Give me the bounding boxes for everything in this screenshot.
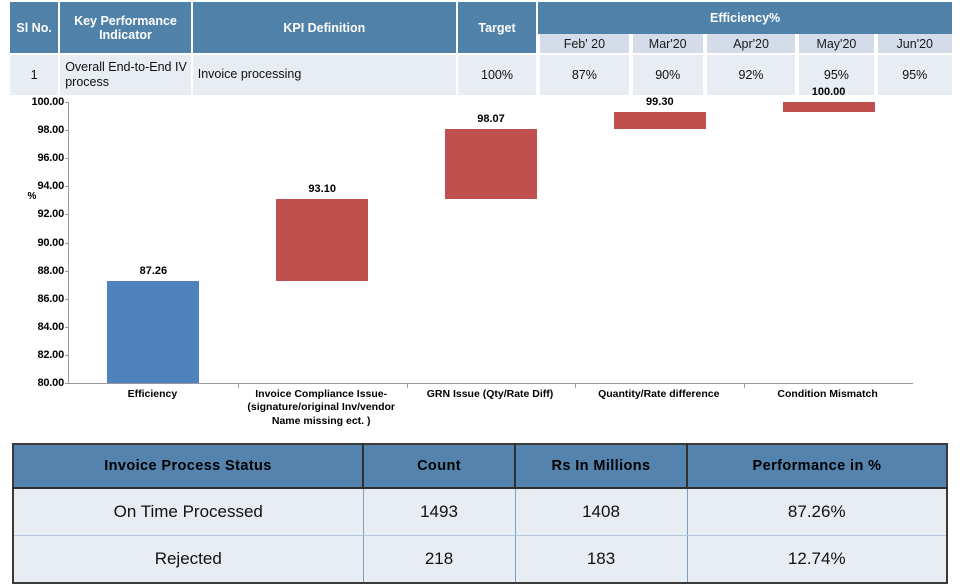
y-axis-tick-label: 96.00: [37, 152, 64, 165]
kpi-table: Sl No. Key Performance Indicator KPI Def…: [8, 2, 954, 95]
col-header-month-mar: Mar'20: [630, 34, 703, 53]
y-axis-tick-mark: [65, 354, 69, 356]
chart-bar: [445, 129, 537, 199]
col-header-month-may: May'20: [797, 34, 874, 53]
kpi-header-row-1: Sl No. Key Performance Indicator KPI Def…: [10, 2, 952, 53]
cell-eff-feb: 87%: [538, 53, 629, 95]
status-cell-performance: 87.26%: [687, 488, 947, 536]
status-col-header-rs-millions: Rs In Millions: [515, 444, 688, 489]
status-cell-name: On Time Processed: [13, 488, 364, 536]
x-axis-category-label: Condition Mismatch: [777, 388, 878, 400]
y-axis-tick-mark: [65, 270, 69, 272]
status-table-body: On Time Processed 1493 1408 87.26% Rejected 2…: [13, 488, 947, 583]
col-header-kpi: Key Performance Indicator: [60, 2, 191, 53]
status-cell-rs-millions: 183: [515, 535, 688, 583]
y-axis-title: %: [27, 191, 37, 203]
y-axis-tick-label: 92.00: [37, 208, 64, 221]
y-axis-tick-mark: [65, 326, 69, 328]
y-axis-tick-mark: [65, 383, 69, 384]
x-axis-category-label: Invoice Compliance Issue-(signature/orig…: [247, 388, 395, 427]
y-axis-tick-label: 80.00: [37, 377, 64, 389]
status-cell-name: Rejected: [13, 535, 364, 583]
chart-bar: [782, 102, 875, 112]
col-header-efficiency-group: Efficiency%: [538, 2, 952, 34]
status-col-header-status: Invoice Process Status: [13, 444, 364, 489]
cell-eff-jun: 95%: [875, 53, 952, 95]
chart-bar-value-label: 93.10: [308, 182, 336, 195]
y-axis-tick-mark: [65, 158, 69, 160]
col-header-month-apr: Apr'20: [704, 34, 796, 53]
chart-bar: [107, 280, 200, 383]
chart-bar-value-label: 99.30: [646, 95, 674, 108]
y-axis-tick-label: 90.00: [37, 236, 64, 249]
y-axis-tick-label: 86.00: [37, 292, 64, 305]
y-axis-tick-label: 100.00: [31, 96, 65, 108]
status-cell-performance: 12.74%: [687, 535, 947, 583]
y-axis-tick-label: 98.00: [37, 124, 64, 137]
chart-bar: [613, 111, 706, 130]
col-header-month-jun: Jun'20: [875, 34, 952, 53]
kpi-data-row: 1 Overall End-to-End IV process Invoice …: [10, 53, 952, 95]
cell-eff-mar: 90%: [630, 53, 703, 95]
x-axis-category-label: Quantity/Rate difference: [598, 388, 720, 400]
status-cell-count: 218: [363, 535, 516, 583]
cell-kpi-name: Overall End-to-End IV process: [60, 53, 191, 95]
cell-eff-apr: 92%: [704, 53, 796, 95]
status-table: Invoice Process Status Count Rs In Milli…: [12, 443, 948, 584]
col-header-sl-no: Sl No.: [10, 2, 59, 53]
chart-bar-value-label: 87.26: [139, 264, 168, 277]
y-axis-tick-mark: [65, 186, 69, 188]
table-row: On Time Processed 1493 1408 87.26%: [13, 488, 947, 536]
efficiency-waterfall-chart: 100.00 98.00 96.00 94.00 92.00 90.00 88.00 86.0…: [0, 86, 960, 438]
y-axis-tick-mark: [65, 130, 69, 132]
cell-target: 100%: [457, 53, 537, 95]
y-axis-tick-label: 84.00: [37, 320, 64, 333]
chart-y-axis: 100.00 98.00 96.00 94.00 92.00 90.00 88.00 86.0…: [0, 92, 65, 389]
y-axis-tick-label: 82.00: [37, 348, 64, 361]
chart-bar: [276, 198, 369, 281]
chart-x-axis: Efficiency Invoice Compliance Issue-(sign…: [68, 388, 914, 438]
status-col-header-performance: Performance in %: [687, 444, 947, 489]
y-axis-tick-mark: [65, 242, 69, 244]
y-axis-tick-mark: [65, 214, 69, 216]
status-cell-count: 1493: [363, 488, 516, 536]
status-cell-rs-millions: 1408: [515, 488, 688, 536]
invoice-status-table: Invoice Process Status Count Rs In Milli…: [12, 443, 948, 584]
x-axis-category-label: Efficiency: [127, 388, 178, 400]
kpi-summary-table: Sl No. Key Performance Indicator KPI Def…: [8, 2, 954, 95]
col-header-definition: KPI Definition: [192, 2, 456, 53]
chart-bar-value-label: 100.00: [811, 86, 846, 98]
chart-plot-area: 87.26 93.10 98.07 99.30 100.00: [65, 86, 913, 388]
x-axis-category-label: GRN Issue (Qty/Rate Diff): [426, 388, 554, 400]
table-row: Rejected 218 183 12.74%: [13, 535, 947, 583]
col-header-target: Target: [457, 2, 537, 53]
col-header-month-feb: Feb' 20: [538, 34, 629, 53]
status-col-header-count: Count: [363, 444, 516, 489]
y-axis-tick-label: 88.00: [37, 264, 64, 277]
cell-sl-no: 1: [10, 53, 59, 95]
status-header-row: Invoice Process Status Count Rs In Milli…: [13, 444, 947, 489]
y-axis-tick-mark: [65, 102, 69, 103]
y-axis-tick-mark: [65, 298, 69, 300]
chart-bar-value-label: 98.07: [477, 113, 505, 126]
cell-kpi-definition: Invoice processing: [192, 53, 456, 95]
